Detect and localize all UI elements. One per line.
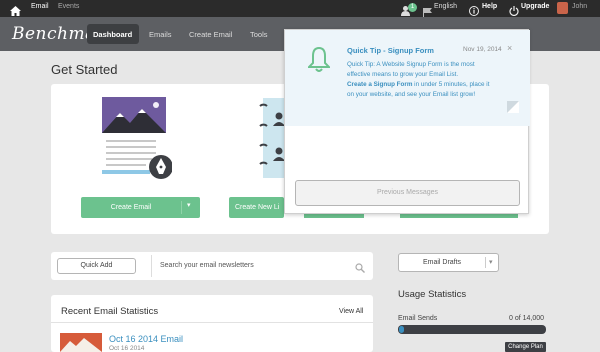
popup-title: Quick Tip - Signup Form <box>347 46 434 55</box>
popup-body-line4: on your website, and see your Email list… <box>347 91 476 98</box>
email-illustration <box>102 95 173 181</box>
previous-messages-button[interactable]: Previous Messages <box>295 180 520 206</box>
user-avatar[interactable] <box>557 2 568 14</box>
email-drafts-dropdown[interactable]: Email Drafts ▾ <box>398 253 499 272</box>
page-title: Get Started <box>51 62 118 77</box>
nav-emails[interactable]: Emails <box>149 30 172 39</box>
previous-messages-label: Previous Messages <box>376 189 439 196</box>
page-curl <box>507 101 519 113</box>
chevron-down-icon: ▾ <box>489 259 493 266</box>
quick-add-button[interactable]: Quick Add <box>57 258 136 274</box>
search-icon[interactable] <box>355 260 365 278</box>
top-events-link[interactable]: Events <box>58 3 79 10</box>
chevron-down-icon[interactable]: ▾ <box>187 201 191 209</box>
top-bar: Email Events 1 English Help Upgrade John <box>0 0 600 17</box>
dropdown-divider <box>485 257 486 268</box>
close-icon[interactable]: × <box>507 43 512 53</box>
nav-create-email[interactable]: Create Email <box>189 30 232 39</box>
top-email-link[interactable]: Email <box>31 3 49 10</box>
create-email-divider <box>181 201 182 214</box>
email-drafts-label: Email Drafts <box>422 259 462 266</box>
user-name[interactable]: John <box>572 3 587 10</box>
nav-tools[interactable]: Tools <box>250 30 268 39</box>
usage-stats-title: Usage Statistics <box>398 289 467 300</box>
recent-stats-title: Recent Email Statistics <box>61 306 159 317</box>
create-email-label: Create Email <box>110 204 152 211</box>
language-selector[interactable]: English <box>434 3 457 10</box>
change-plan-label: Change Plan <box>508 344 543 350</box>
quick-tip-popup: Quick Tip - Signup Form Nov 19, 2014 × Q… <box>284 29 530 214</box>
create-list-label: Create New Li <box>235 204 280 211</box>
help-link[interactable]: Help <box>482 3 497 10</box>
nav-dashboard[interactable]: Dashboard <box>93 30 132 39</box>
popup-body-line2: effective means to grow your Email List. <box>347 71 459 78</box>
email-thumbnail[interactable] <box>60 333 102 352</box>
recent-email-title[interactable]: Oct 16 2014 Email <box>109 334 183 344</box>
notification-badge: 1 <box>408 3 417 12</box>
create-list-button[interactable]: Create New Li <box>229 197 284 218</box>
popup-body: Quick Tip: A Website Signup Form is the … <box>347 60 517 100</box>
quick-add-label: Quick Add <box>80 262 113 269</box>
list-illustration <box>257 96 287 180</box>
search-input[interactable]: Search your email newsletters <box>151 255 370 277</box>
email-sends-value: 0 of 14,000 <box>509 315 545 322</box>
search-placeholder: Search your email newsletters <box>160 262 254 269</box>
create-email-button[interactable]: Create Email ▾ <box>81 197 200 218</box>
email-sends-progress-fill <box>399 326 404 333</box>
view-all-link[interactable]: View All <box>339 308 363 315</box>
popup-body-line1: Quick Tip: A Website Signup Form is the … <box>347 61 475 68</box>
popup-date: Nov 19, 2014 <box>463 46 502 53</box>
bell-icon <box>306 46 332 78</box>
signup-form-link[interactable]: Create a Signup Form <box>347 81 412 88</box>
stats-divider <box>51 322 373 323</box>
email-sends-progress-bar <box>398 325 546 334</box>
recent-email-date: Oct 16 2014 <box>109 345 145 352</box>
change-plan-button[interactable]: Change Plan <box>505 342 546 352</box>
popup-body-line3: in under 5 minutes, place it <box>412 81 490 88</box>
email-sends-label: Email Sends <box>398 315 438 322</box>
upgrade-link[interactable]: Upgrade <box>521 3 549 10</box>
